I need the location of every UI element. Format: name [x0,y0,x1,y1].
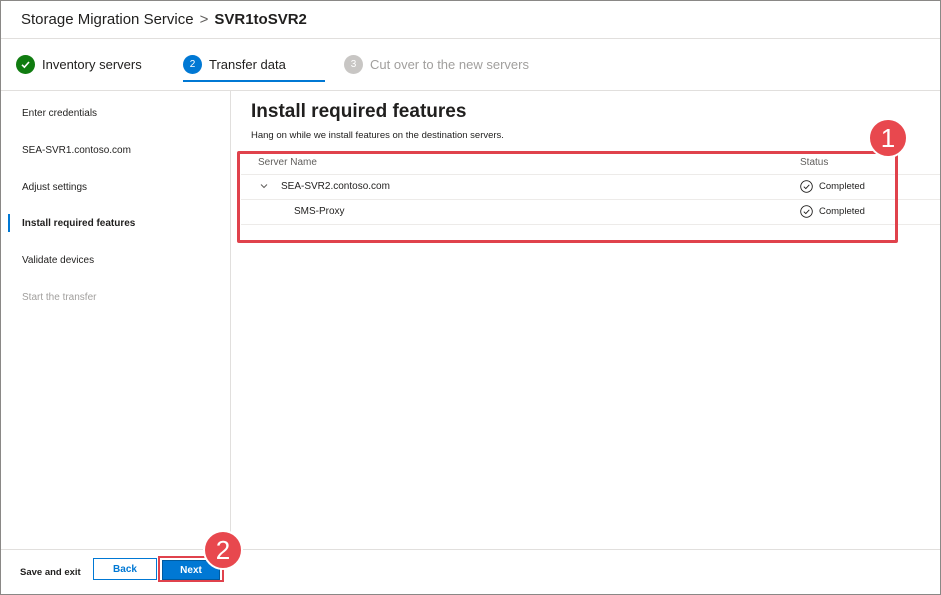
step-label: Cut over to the new servers [370,56,529,72]
callout-badge-1: 1 [868,118,908,158]
back-button[interactable]: Back [93,558,157,580]
step-label: Inventory servers [42,56,142,72]
step-transfer-data[interactable]: 2 Transfer data [183,39,325,89]
chevron-right-icon: > [199,11,209,28]
callout-badge-2: 2 [203,530,243,570]
app-window: Storage Migration Service > SVR1toSVR2 I… [0,0,941,595]
step-number: 2 [183,54,202,74]
nav-item-install-required-features[interactable]: Install required features [1,212,229,234]
wizard-stepper: Inventory servers 2 Transfer data 3 Cut … [1,39,940,91]
nav-item-source-server[interactable]: SEA-SVR1.contoso.com [1,139,229,161]
page-description: Hang on while we install features on the… [251,130,504,141]
step-label: Transfer data [209,56,286,72]
wizard-substeps-nav: Enter credentials SEA-SVR1.contoso.com A… [1,91,231,549]
step-number: 3 [344,54,363,74]
nav-item-validate-devices[interactable]: Validate devices [1,249,229,271]
nav-item-adjust-settings[interactable]: Adjust settings [1,176,229,198]
nav-item-start-transfer: Start the transfer [22,291,97,303]
table-highlight-box [237,151,898,243]
breadcrumb-root[interactable]: Storage Migration Service [21,11,194,28]
save-and-exit-link[interactable]: Save and exit [20,567,81,578]
breadcrumb-current: SVR1toSVR2 [214,11,307,28]
step-inventory-servers[interactable]: Inventory servers [16,39,142,89]
step-cut-over: 3 Cut over to the new servers [344,39,529,89]
breadcrumb: Storage Migration Service > SVR1toSVR2 [1,1,940,39]
wizard-footer: Save and exit Back Next [1,549,940,595]
page-title: Install required features [251,101,467,122]
checkmark-icon [16,54,35,74]
nav-item-enter-credentials[interactable]: Enter credentials [1,102,229,124]
